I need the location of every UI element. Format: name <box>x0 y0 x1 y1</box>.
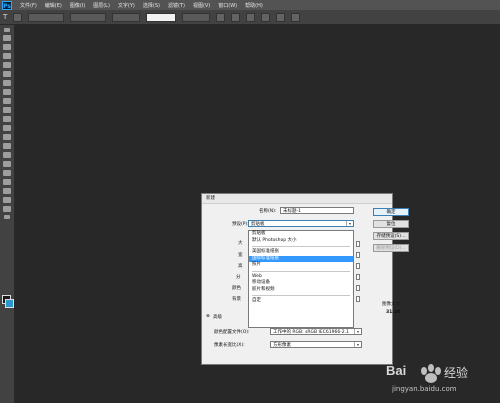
color-profile-select[interactable]: 工作中的 RGB: sRGB IEC61966-2.1 ▾ <box>270 328 362 335</box>
menu-help[interactable]: 帮助(H) <box>245 2 263 9</box>
menu-filter[interactable]: 滤镜(T) <box>168 2 185 9</box>
resolution-unit-stub[interactable] <box>356 274 360 280</box>
type-tool-icon[interactable]: T <box>3 13 7 21</box>
preset-dropdown-list: 剪贴板 默认 Photoshop 大小 美国标准纸张 国际标准纸张 照片 Web… <box>248 230 354 328</box>
blur-tool-icon[interactable] <box>3 143 11 149</box>
gradient-tool-icon[interactable] <box>3 134 11 140</box>
dropdown-divider <box>252 246 350 247</box>
color-depth-stub[interactable] <box>356 285 360 291</box>
panel-grip-icon <box>4 28 10 32</box>
crop-tool-icon[interactable] <box>3 71 11 77</box>
font-style-select[interactable] <box>70 12 107 22</box>
font-size-select[interactable] <box>112 12 141 22</box>
path-selection-tool-icon[interactable] <box>3 179 11 185</box>
align-left-icon[interactable] <box>216 12 226 22</box>
chevron-down-icon: ▾ <box>346 221 353 226</box>
align-center-icon[interactable] <box>231 12 241 22</box>
preset-option-custom[interactable]: 自定 <box>249 298 353 305</box>
new-document-dialog: 新建 名称(N): 未标题-1 预设(P): 剪贴板 ▾ 大 宽 高 分 颜色 … <box>201 193 409 365</box>
name-input[interactable]: 未标题-1 <box>280 207 354 214</box>
zoom-tool-icon[interactable] <box>3 206 11 212</box>
ok-button[interactable]: 确定 <box>373 208 409 216</box>
width-unit-stub[interactable] <box>356 252 360 258</box>
brush-tool-icon[interactable] <box>3 98 11 104</box>
chevron-down-icon: ▾ <box>354 329 361 334</box>
more-tools-icon[interactable] <box>4 215 10 219</box>
hand-tool-icon[interactable] <box>3 197 11 203</box>
menu-bar: Ps 文件(F) 编辑(E) 图像(I) 图层(L) 文字(Y) 选择(S) 滤… <box>0 0 500 10</box>
preset-option-film-video[interactable]: 胶片和视频 <box>249 287 353 294</box>
color-mode-label: 颜色 <box>232 286 241 291</box>
delete-preset-button[interactable]: 删除预设(D)... <box>373 244 409 252</box>
pixel-aspect-label: 像素长宽比(X): <box>214 343 245 348</box>
menu-type[interactable]: 文字(Y) <box>118 2 135 9</box>
watermark-brand-suffix: 经验 <box>444 366 469 380</box>
history-brush-tool-icon[interactable] <box>3 116 11 122</box>
pixel-aspect-value: 方形像素 <box>273 343 291 348</box>
image-size-label: 图像大小: <box>382 302 402 307</box>
image-size-value: 31.1K <box>386 310 401 315</box>
menu-file[interactable]: 文件(F) <box>20 2 37 9</box>
shape-tool-icon[interactable] <box>3 188 11 194</box>
anti-alias-select[interactable] <box>182 12 211 22</box>
eyedropper-tool-icon[interactable] <box>3 80 11 86</box>
options-bar: T <box>0 10 500 25</box>
preset-select-value: 剪贴板 <box>251 222 265 227</box>
text-color-icon[interactable] <box>261 12 271 22</box>
dodge-tool-icon[interactable] <box>3 152 11 158</box>
advanced-toggle-icon[interactable]: ⊗ <box>206 314 210 319</box>
resolution-label: 分 <box>236 275 241 280</box>
dropdown-divider <box>252 295 350 296</box>
dialog-title: 新建 <box>202 194 392 204</box>
move-tool-icon[interactable] <box>3 35 11 41</box>
color-profile-value: 工作中的 RGB: sRGB IEC61966-2.1 <box>273 330 349 335</box>
font-family-select[interactable] <box>28 12 65 22</box>
preset-select[interactable]: 剪贴板 ▾ <box>248 220 354 227</box>
preset-option-default[interactable]: 默认 Photoshop 大小 <box>249 238 353 245</box>
preset-option-photo[interactable]: 照片 <box>249 262 353 269</box>
chevron-down-icon: ▾ <box>354 342 361 347</box>
lasso-tool-icon[interactable] <box>3 53 11 59</box>
height-unit-stub[interactable] <box>356 263 360 269</box>
marquee-tool-icon[interactable] <box>3 44 11 50</box>
pixel-aspect-select[interactable]: 方形像素 ▾ <box>270 341 362 348</box>
eraser-tool-icon[interactable] <box>3 125 11 131</box>
name-label: 名称(N): <box>259 209 277 214</box>
size-select-stub[interactable] <box>356 241 360 247</box>
reset-button[interactable]: 复位 <box>373 220 409 228</box>
align-right-icon[interactable] <box>246 12 256 22</box>
menu-window[interactable]: 窗口(W) <box>218 2 237 9</box>
text-orientation-icon[interactable] <box>13 12 23 22</box>
clone-stamp-tool-icon[interactable] <box>3 107 11 113</box>
menu-image[interactable]: 图像(I) <box>70 2 85 9</box>
quick-select-tool-icon[interactable] <box>3 62 11 68</box>
menu-view[interactable]: 视图(V) <box>193 2 210 9</box>
warp-text-icon[interactable] <box>276 12 286 22</box>
advanced-label: 高级 <box>213 315 222 320</box>
photoshop-logo: Ps <box>2 0 12 10</box>
menu-select[interactable]: 选择(S) <box>143 2 160 9</box>
baidu-jingyan-watermark: Bai 经验 jingyan.baidu.com <box>382 361 492 395</box>
height-label: 高 <box>238 264 243 269</box>
color-profile-label: 颜色配置文件(O): <box>214 330 250 335</box>
type-tool-icon[interactable] <box>3 170 11 176</box>
save-preset-button[interactable]: 存储预设(S)... <box>373 232 409 240</box>
background-color-swatch[interactable] <box>5 299 14 308</box>
pen-tool-icon[interactable] <box>3 161 11 167</box>
width-label: 宽 <box>238 253 243 258</box>
menu-layer[interactable]: 图层(L) <box>93 2 110 9</box>
dropdown-divider <box>252 270 350 272</box>
watermark-brand: Bai <box>386 363 407 378</box>
tools-panel <box>0 25 15 403</box>
background-select-stub[interactable] <box>356 296 360 302</box>
character-panel-icon[interactable] <box>291 12 301 22</box>
healing-brush-tool-icon[interactable] <box>3 89 11 95</box>
preset-label: 预设(P): <box>232 222 249 227</box>
watermark-url: jingyan.baidu.com <box>392 385 457 393</box>
text-color-swatch[interactable] <box>146 12 177 22</box>
size-label: 大 <box>238 241 243 246</box>
background-contents-label: 背景 <box>232 297 241 302</box>
menu-edit[interactable]: 编辑(E) <box>45 2 62 9</box>
